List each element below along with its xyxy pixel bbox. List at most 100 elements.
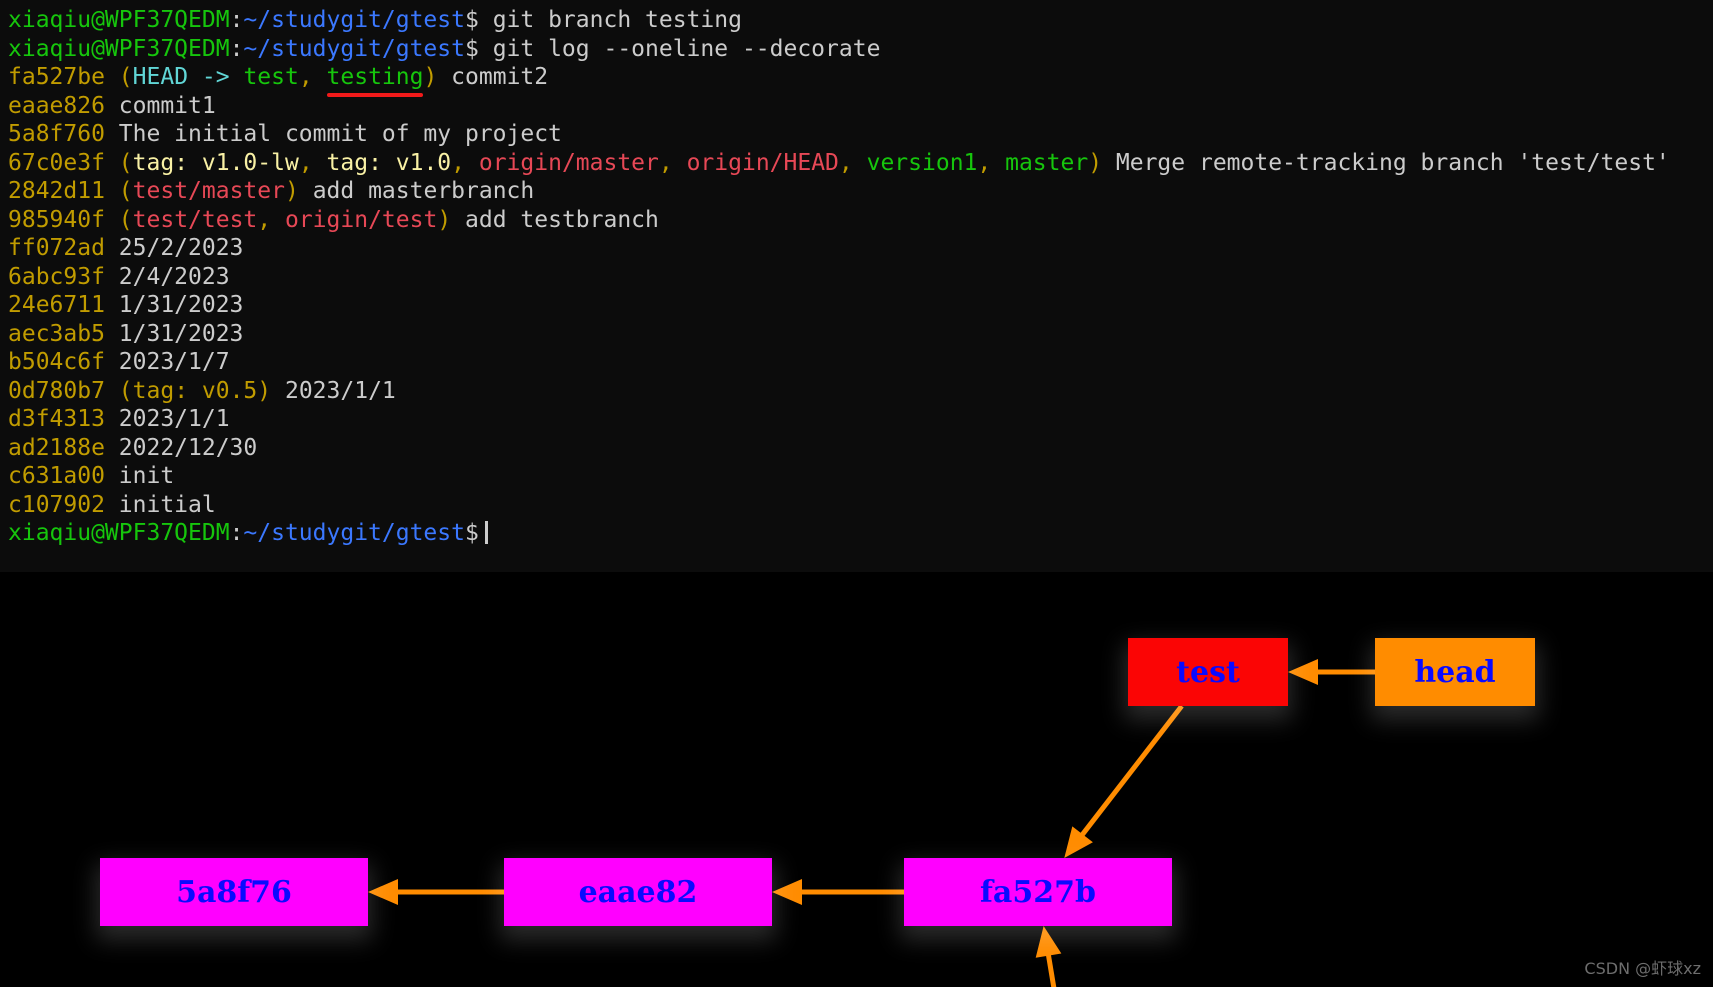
commit-hash: 6abc93f (8, 263, 105, 290)
commit-hash: 24e6711 (8, 292, 105, 318)
commit-hash: ff072ad (8, 235, 105, 261)
decoration-open-paren: ( (118, 206, 133, 233)
diagram-node-label: head (1414, 654, 1496, 690)
decoration-open-paren: ( (118, 377, 133, 404)
commit-message: The initial commit of my project (104, 121, 562, 147)
commit-message: 25/2/2023 (104, 235, 244, 261)
commit-hash: b504c6f (8, 349, 105, 375)
git-branch-diagram: 5a8f76eaae82fa527btestheadtesting CSDN @… (0, 572, 1713, 987)
terminal-prompt-line-1: xiaqiu@WPF37QEDM:~/studygit/gtest$ git b… (8, 6, 1713, 35)
commit-hash: ad2188e (8, 434, 105, 461)
commit-message: initial (104, 491, 216, 518)
diagram-arrow-testing-to-fa527b (1035, 926, 1062, 987)
commit-hash: 67c0e3f (8, 149, 105, 176)
git-log-line: aec3ab5 1/31/2023 (8, 320, 1713, 349)
commit-hash: 2842d11 (8, 178, 105, 204)
prompt-path: ~/studygit/gtest (243, 35, 465, 62)
decoration-ref: origin/master (478, 149, 659, 176)
decoration-ref: tag: v1.0 (326, 149, 452, 176)
git-log-line: eaae826 commit1 (8, 92, 1713, 121)
git-log-line: 5a8f760 The initial commit of my project (8, 120, 1713, 149)
git-log-line: ad2188e 2022/12/30 (8, 434, 1713, 463)
commit-hash: 5a8f760 (8, 121, 105, 147)
command-git-log: git log --oneline --decorate (478, 35, 881, 62)
commit-message: add masterbranch (298, 178, 535, 204)
commit-hash: aec3ab5 (8, 320, 105, 347)
decoration-close-paren: ) (1088, 149, 1103, 176)
decoration-ref: test/master (132, 178, 285, 204)
prompt-path: ~/studygit/gtest (243, 7, 465, 33)
diagram-node-commit-5a8f76: 5a8f76 (100, 858, 368, 926)
decoration-ref: , (298, 149, 327, 176)
commit-hash: 0d780b7 (8, 377, 105, 404)
commit-message: 2022/12/30 (104, 434, 258, 461)
git-log-line: 24e6711 1/31/2023 (8, 291, 1713, 320)
diagram-arrow-head-to-test (1288, 659, 1375, 685)
decoration-ref: , (838, 149, 867, 176)
decoration-ref: test (243, 64, 299, 90)
decoration-ref: testing (326, 64, 424, 90)
decoration-close-paren: ) (257, 377, 272, 404)
decoration-ref: , (977, 149, 1006, 176)
decoration-ref: , (298, 64, 327, 90)
commit-message: 1/31/2023 (104, 320, 244, 347)
commit-message: 2023/1/7 (104, 349, 230, 375)
decoration-close-paren: ) (437, 206, 452, 233)
git-log-line: 67c0e3f (tag: v1.0-lw, tag: v1.0, origin… (8, 149, 1713, 178)
commit-hash: 985940f (8, 206, 105, 233)
git-log-line: c107902 initial (8, 491, 1713, 520)
commit-hash: c107902 (8, 491, 105, 518)
diagram-arrow-test-to-fa527b (1064, 704, 1184, 858)
prompt-colon: : (229, 35, 244, 62)
prompt-user: xiaqiu@WPF37QEDM (8, 520, 230, 546)
decoration-ref: origin/test (284, 206, 438, 233)
commit-hash: c631a00 (8, 463, 105, 489)
diagram-node-commit-eaae82: eaae82 (504, 858, 772, 926)
watermark-label: CSDN @虾球xz (1584, 959, 1701, 978)
decoration-ref: test/test (132, 206, 258, 233)
git-log-line: c631a00 init (8, 462, 1713, 491)
prompt-colon: : (229, 7, 244, 33)
commit-hash: d3f4313 (8, 406, 105, 432)
decoration-ref: origin/HEAD (686, 149, 839, 176)
git-log-line: 2842d11 (test/master) add masterbranch (8, 177, 1713, 206)
terminal-window[interactable]: xiaqiu@WPF37QEDM:~/studygit/gtest$ git b… (0, 0, 1713, 572)
terminal-prompt-line-2: xiaqiu@WPF37QEDM:~/studygit/gtest$ git l… (8, 35, 1713, 64)
decoration-ref: tag: v0.5 (132, 377, 258, 404)
git-log-line: d3f4313 2023/1/1 (8, 405, 1713, 434)
terminal-prompt-line-final: xiaqiu@WPF37QEDM:~/studygit/gtest$ (8, 519, 1713, 548)
decoration-ref: tag: v1.0-lw (132, 149, 299, 176)
diagram-node-label: test (1176, 654, 1240, 690)
diagram-arrow-eaae82-to-5a8f76 (368, 879, 504, 905)
commit-message: 1/31/2023 (104, 292, 244, 318)
diagram-node-label: fa527b (980, 874, 1096, 910)
prompt-dollar: $ (464, 35, 479, 62)
decoration-ref: HEAD -> (132, 64, 244, 90)
commit-message: commit2 (437, 64, 549, 90)
diagram-node-label: eaae82 (578, 874, 698, 910)
commit-message: add testbranch (451, 206, 659, 233)
decoration-open-paren: ( (118, 64, 133, 90)
arrow-head-icon (1064, 826, 1093, 858)
commit-message: 2023/1/1 (104, 406, 230, 432)
decoration-ref: version1 (866, 149, 978, 176)
commit-message: 2/4/2023 (104, 263, 230, 290)
git-log-line: ff072ad 25/2/2023 (8, 234, 1713, 263)
prompt-colon: : (229, 520, 244, 546)
prompt-dollar: $ (464, 520, 479, 546)
commit-message: Merge remote-tracking branch 'test/test' (1102, 149, 1670, 176)
git-log-line: b504c6f 2023/1/7 (8, 348, 1713, 377)
diagram-node-branch-test: test (1128, 638, 1288, 706)
diagram-node-label: 5a8f76 (176, 874, 292, 910)
decoration-ref: master (1005, 149, 1089, 176)
terminal-cursor (484, 521, 488, 544)
git-log-line: 6abc93f 2/4/2023 (8, 263, 1713, 292)
decoration-open-paren: ( (118, 178, 133, 204)
diagram-node-ref-head: head (1375, 638, 1535, 706)
decoration-close-paren: ) (423, 64, 438, 90)
arrow-shaft (1045, 951, 1057, 987)
decoration-ref: , (451, 149, 479, 176)
arrow-head-icon (772, 879, 802, 905)
decoration-open-paren: ( (118, 149, 133, 176)
prompt-user: xiaqiu@WPF37QEDM (8, 7, 230, 33)
